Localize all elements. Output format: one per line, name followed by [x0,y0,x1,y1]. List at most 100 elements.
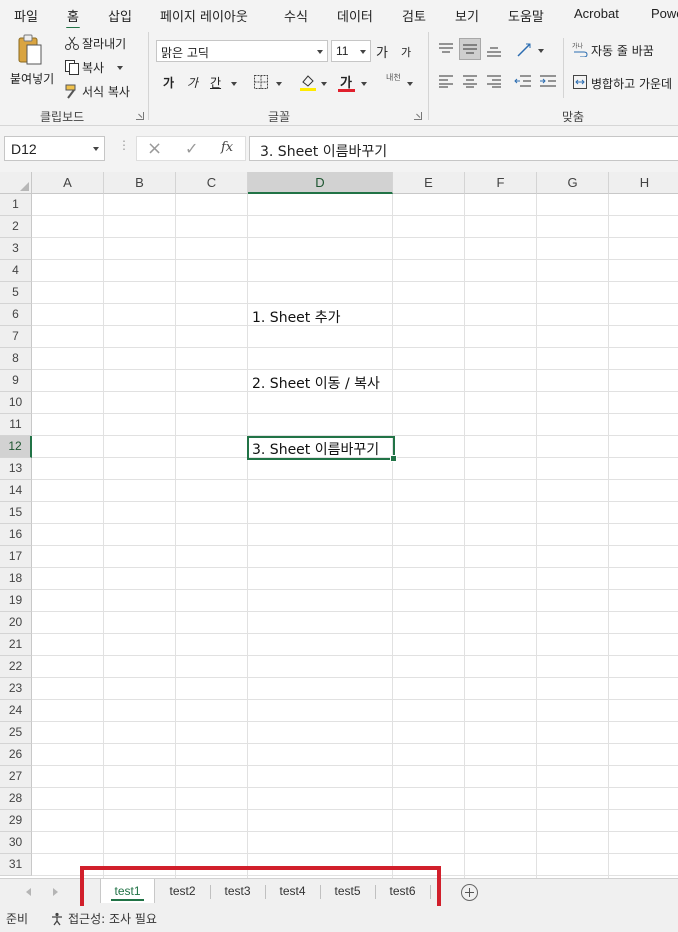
grow-font-button[interactable]: 가 [376,42,388,61]
row-header[interactable]: 11 [0,414,32,436]
column-header-h[interactable]: H [609,172,678,194]
column-header-e[interactable]: E [393,172,465,194]
tab-review[interactable]: 검토 [402,6,426,25]
scroll-tabs-left-icon[interactable] [26,888,31,896]
row-header[interactable]: 4 [0,260,32,282]
cell-d9[interactable]: 2. Sheet 이동 / 복사 [252,373,380,393]
row-header-active[interactable]: 12 [0,436,32,458]
drag-handle-icon[interactable]: ⋮ [118,138,130,152]
cell-d6[interactable]: 1. Sheet 추가 [252,307,341,327]
tab-power[interactable]: Powe [651,6,678,21]
accessibility-status[interactable]: 접근성: 조사 필요 [68,910,157,927]
chevron-down-icon[interactable] [231,82,237,86]
italic-button[interactable]: 가 [187,74,198,91]
enter-icon[interactable]: ✓ [185,139,198,158]
name-box[interactable]: D12 [4,136,105,161]
row-header[interactable]: 18 [0,568,32,590]
align-top-icon[interactable] [438,42,454,56]
row-header[interactable]: 31 [0,854,32,876]
accessibility-icon[interactable] [50,912,64,926]
tab-formulas[interactable]: 수식 [284,6,308,25]
insert-function-button[interactable]: fx [221,140,233,155]
chevron-down-icon[interactable] [538,49,544,53]
column-header-b[interactable]: B [104,172,176,194]
row-header[interactable]: 28 [0,788,32,810]
shrink-font-button[interactable]: 가 [401,44,411,60]
row-header[interactable]: 19 [0,590,32,612]
row-header[interactable]: 16 [0,524,32,546]
chevron-down-icon[interactable] [321,82,327,86]
row-header[interactable]: 21 [0,634,32,656]
row-header[interactable]: 1 [0,194,32,216]
fill-color-icon[interactable] [299,72,317,92]
column-header-f[interactable]: F [465,172,537,194]
row-header[interactable]: 9 [0,370,32,392]
row-header[interactable]: 8 [0,348,32,370]
row-header[interactable]: 3 [0,238,32,260]
row-header[interactable]: 10 [0,392,32,414]
tab-data[interactable]: 데이터 [337,6,373,25]
column-header-g[interactable]: G [537,172,609,194]
row-header[interactable]: 13 [0,458,32,480]
row-header[interactable]: 6 [0,304,32,326]
row-header[interactable]: 29 [0,810,32,832]
tab-page-layout[interactable]: 페이지 레이아웃 [160,6,248,25]
phonetic-button[interactable]: 내천 [386,72,401,83]
row-header[interactable]: 15 [0,502,32,524]
add-sheet-icon[interactable] [461,884,478,901]
row-header[interactable]: 25 [0,722,32,744]
ribbon-tabs: 파일 홈 삽입 페이지 레이아웃 수식 데이터 검토 보기 도움말 Acroba… [0,0,678,30]
cut-button[interactable]: 잘라내기 [62,34,142,52]
row-header[interactable]: 24 [0,700,32,722]
format-painter-button[interactable]: 서식 복사 [62,82,142,100]
orientation-icon[interactable] [516,42,534,58]
decrease-indent-icon[interactable] [514,74,532,88]
select-all-button[interactable] [0,172,32,194]
tab-file[interactable]: 파일 [14,6,38,25]
merge-center-button[interactable]: 병합하고 가운데 [570,73,678,93]
chevron-down-icon[interactable] [276,82,282,86]
clipboard-launcher-icon[interactable] [136,112,144,120]
row-header[interactable]: 22 [0,656,32,678]
align-center-icon[interactable] [462,74,478,88]
column-header-a[interactable]: A [32,172,104,194]
row-header[interactable]: 26 [0,744,32,766]
underline-button[interactable]: 간 [210,74,221,91]
row-header[interactable]: 14 [0,480,32,502]
bold-button[interactable]: 가 [163,74,174,91]
cell-d12[interactable]: 3. Sheet 이름바꾸기 [252,439,379,459]
tab-insert[interactable]: 삽입 [108,6,132,25]
align-bottom-icon[interactable] [486,44,502,58]
borders-icon[interactable] [253,74,269,90]
copy-button[interactable]: 복사 [62,58,132,76]
row-header[interactable]: 17 [0,546,32,568]
font-launcher-icon[interactable] [414,112,422,120]
tab-home[interactable]: 홈 [66,6,80,30]
row-header[interactable]: 5 [0,282,32,304]
row-header[interactable]: 23 [0,678,32,700]
formula-input[interactable]: 3. Sheet 이름바꾸기 [249,136,678,161]
chevron-down-icon[interactable] [361,82,367,86]
tab-view[interactable]: 보기 [455,6,479,25]
row-header[interactable]: 2 [0,216,32,238]
font-name-select[interactable]: 맑은 고딕 [156,40,328,62]
row-header[interactable]: 27 [0,766,32,788]
cancel-icon[interactable]: × [147,138,162,159]
align-right-icon[interactable] [486,74,502,88]
tab-help[interactable]: 도움말 [508,6,544,25]
column-header-d[interactable]: D [248,172,393,194]
font-size-select[interactable]: 11 [331,40,371,62]
column-header-c[interactable]: C [176,172,248,194]
row-header[interactable]: 30 [0,832,32,854]
tab-acrobat[interactable]: Acrobat [574,6,619,21]
increase-indent-icon[interactable] [539,74,557,88]
align-middle-button[interactable] [459,38,481,60]
row-header[interactable]: 20 [0,612,32,634]
row-header[interactable]: 7 [0,326,32,348]
paste-button[interactable]: 붙여넣기 [8,30,54,100]
wrap-text-button[interactable]: 가나 자동 줄 바꿈 [570,40,678,60]
chevron-down-icon[interactable] [407,82,413,86]
worksheet-grid[interactable]: A B C D E F G H 1 2 3 4 5 6 7 8 9 10 11 … [0,172,678,878]
align-left-icon[interactable] [438,74,454,88]
scroll-tabs-right-icon[interactable] [53,888,58,896]
